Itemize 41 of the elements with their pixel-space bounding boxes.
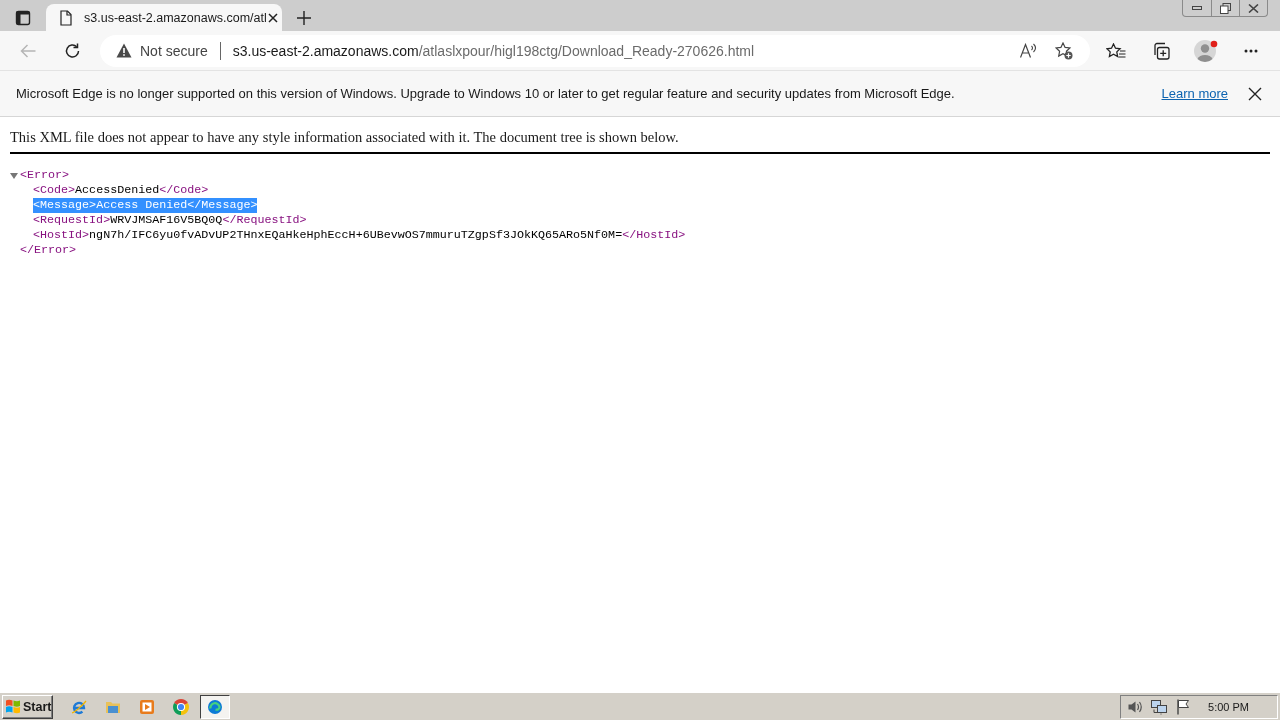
document-icon — [60, 9, 72, 26]
network-icon[interactable] — [1151, 698, 1168, 715]
xml-element-line: <HostId>ngN7h/IFC6yu0fvADvUP2THnxEQaHkeHphEccH+6UBevwOS7mmuruTZgpSf3JOkKQ65ARo5Nf0M=</HostId> — [33, 228, 686, 243]
tab-panel-icon — [15, 9, 31, 26]
restore-icon — [1220, 2, 1231, 14]
plus-icon — [297, 10, 311, 25]
flag-icon[interactable] — [1175, 698, 1192, 715]
four-square-logo-icon — [5, 699, 21, 714]
text-sound-icon — [1019, 43, 1037, 58]
tricolor-ring-icon — [173, 698, 189, 715]
url-text: s3.us-east-2.amazonaws.com/atlaslxpour/higl198ctg/Download_Ready-270626.html — [232, 42, 756, 59]
refresh-icon — [63, 42, 81, 59]
stacked-squares-plus-icon — [1152, 41, 1170, 60]
star-plus-icon — [1055, 41, 1073, 60]
xml-tag: <Error> — [20, 168, 70, 183]
info-message: Microsoft Edge is no longer supported on this version of Windows. Upgrade to Windows 10 or later to get regular feature and security updates from Microsoft Edge. — [16, 86, 956, 101]
more-icon — [1244, 48, 1258, 53]
close-info-bar-button[interactable] — [1248, 86, 1262, 101]
xml-notice: This XML file does not appear to have any style information associated with it. The document tree is shown below. — [10, 128, 680, 146]
browser-tab[interactable]: s3.us-east-2.amazonaws.com/atl — [46, 4, 282, 31]
e-globe-icon — [71, 698, 87, 715]
xml-element-line: <RequestId>WRVJMSAF16V5BQ0Q</RequestId> — [33, 213, 307, 228]
minimize-icon — [1192, 6, 1202, 10]
star-list-icon — [1106, 42, 1126, 59]
learn-more-link[interactable]: Learn more — [1161, 86, 1228, 101]
play-tile-icon — [139, 698, 155, 715]
xml-element-line: <Code>AccessDenied</Code> — [33, 183, 209, 198]
start-button[interactable]: Start — [2, 694, 53, 719]
taskbar-button[interactable] — [200, 694, 230, 719]
clock: 5:00 PM — [1208, 700, 1249, 713]
back-arrow-icon — [20, 43, 36, 58]
close-icon — [268, 12, 279, 23]
xml-tag: </Error> — [20, 243, 77, 258]
site-info-button[interactable]: Not secure — [116, 42, 208, 59]
expand-triangle-icon[interactable] — [10, 171, 18, 180]
close-icon — [1248, 86, 1262, 101]
wave-swirl-icon — [207, 698, 223, 715]
close-icon — [1248, 3, 1259, 13]
address-bar[interactable]: Not secure s3.us-east-2.amazonaws.com/atlaslxpour/higl198ctg/Download_Ready-270626.html — [100, 34, 1090, 67]
warning-icon — [116, 43, 132, 58]
avatar-icon — [1193, 37, 1219, 64]
